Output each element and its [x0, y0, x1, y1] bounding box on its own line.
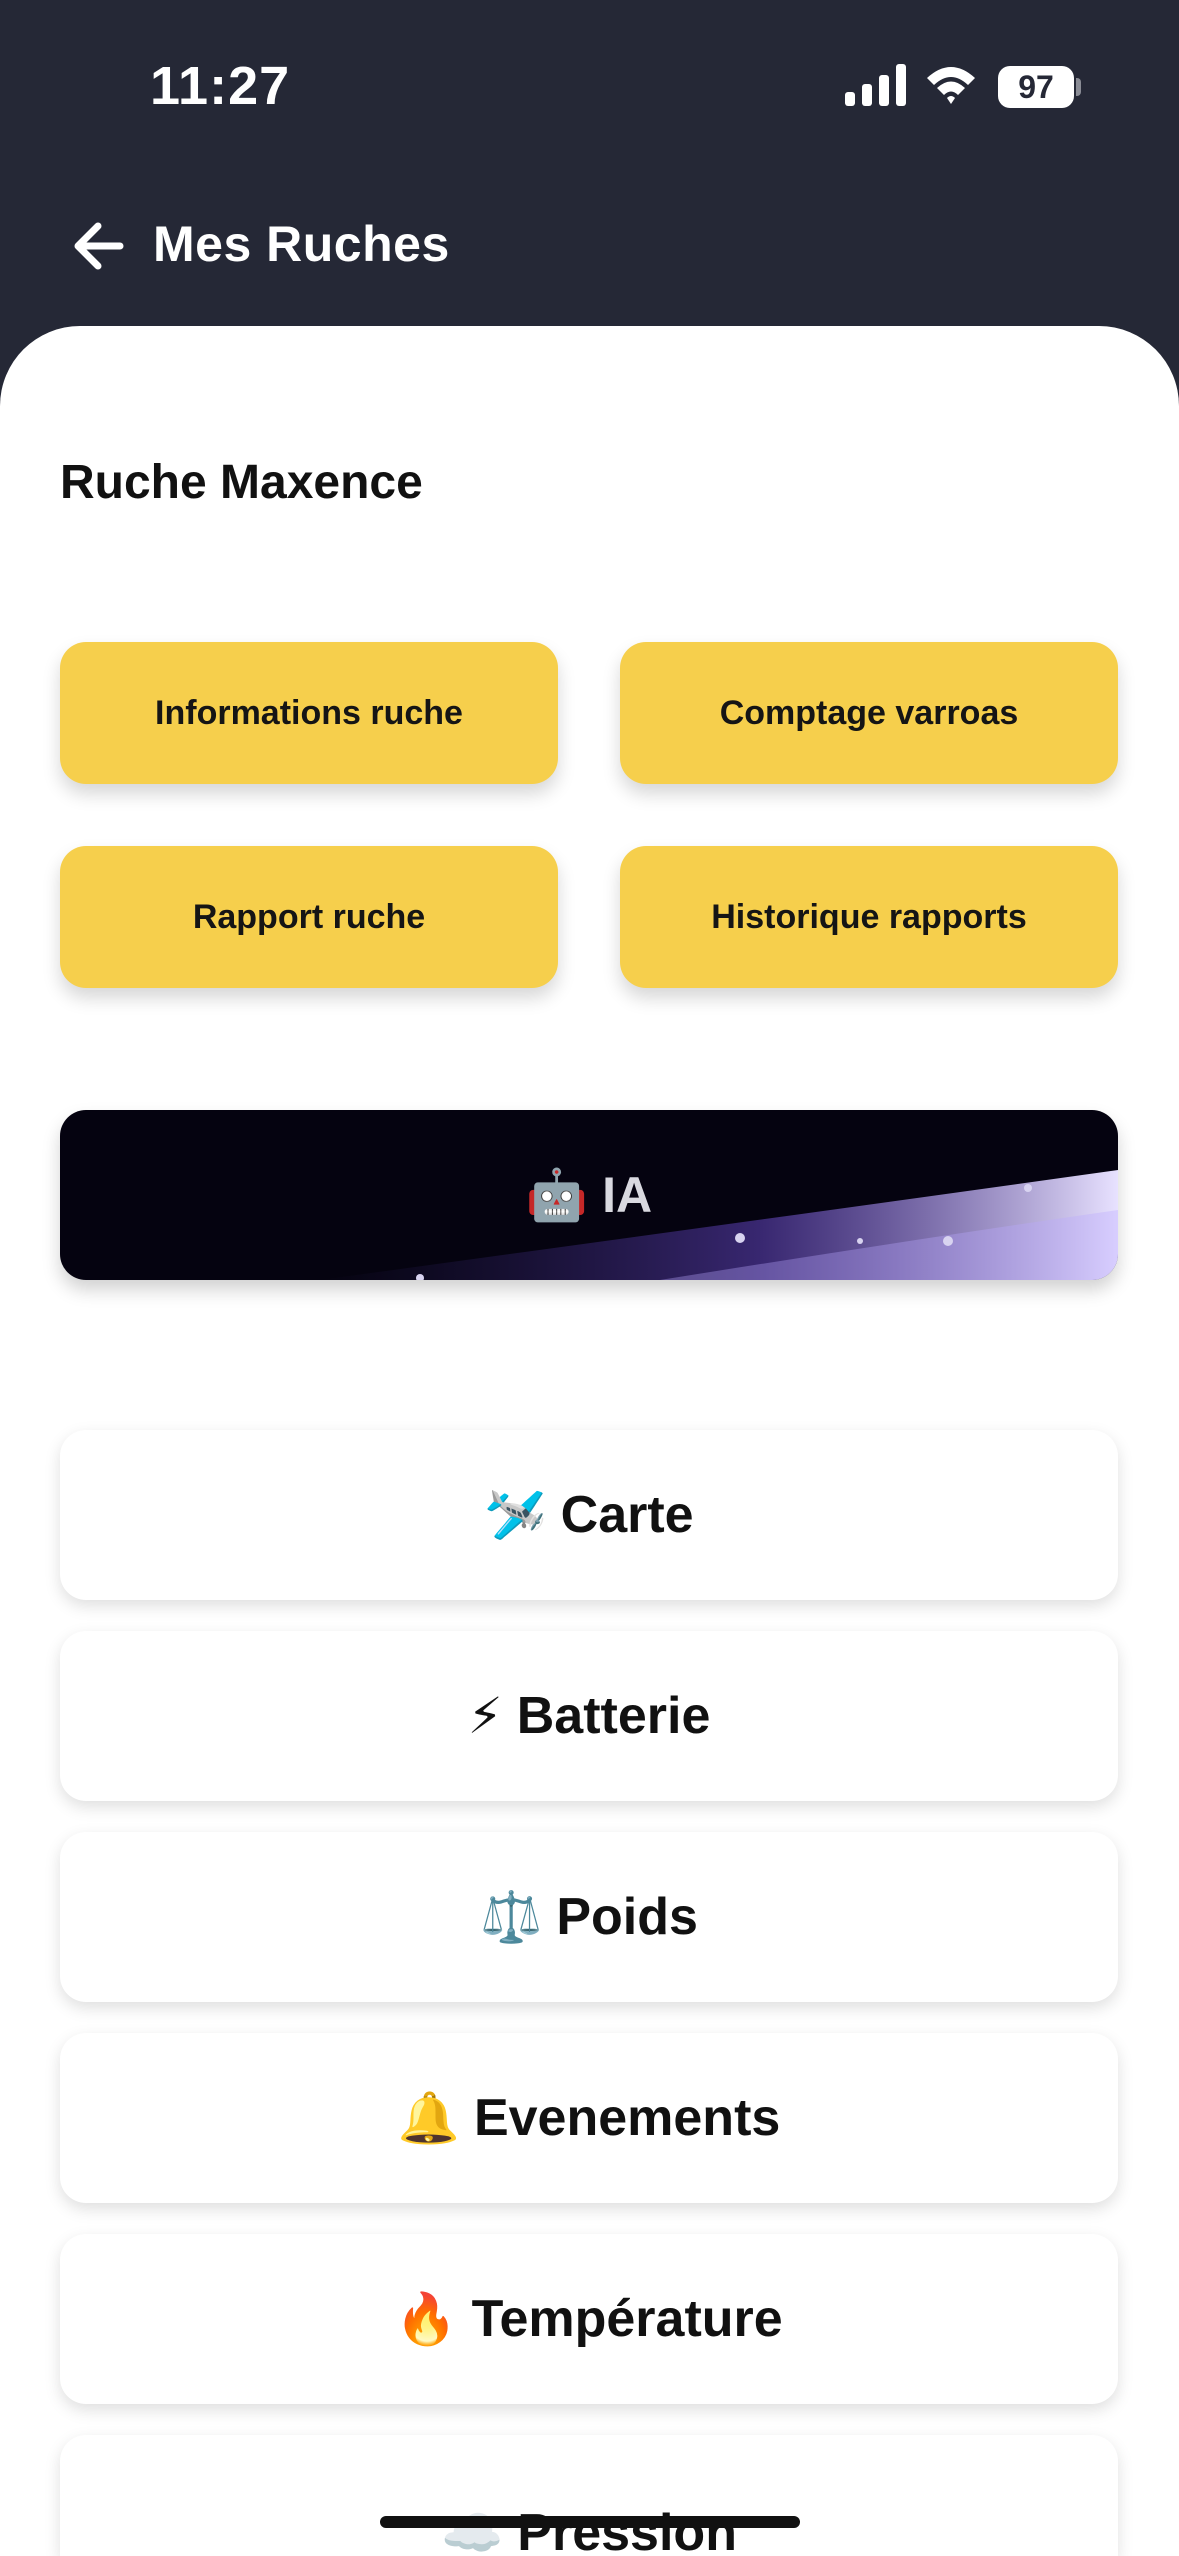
- menu-item-label: Pression: [517, 2504, 737, 2556]
- arrow-left-icon[interactable]: [72, 220, 124, 272]
- battery-icon: 97: [998, 66, 1074, 108]
- menu-item-evenements[interactable]: 🔔 Evenements: [60, 2033, 1118, 2203]
- home-indicator: [380, 2516, 800, 2528]
- menu-item-label: Température: [471, 2290, 783, 2348]
- lightning-icon: ⚡: [467, 1688, 503, 1744]
- menu-item-label: Batterie: [516, 1687, 711, 1745]
- menu-item-poids[interactable]: ⚖️ Poids: [60, 1832, 1118, 2002]
- nav-title: Mes Ruches: [153, 216, 450, 272]
- menu-item-label: Poids: [556, 1888, 698, 1946]
- fire-icon: 🔥: [395, 2290, 458, 2347]
- menu-item-carte[interactable]: 🛩️ Carte: [60, 1430, 1118, 1600]
- wifi-icon: [927, 67, 975, 104]
- status-bar: 11:27 97: [0, 0, 1179, 170]
- battery-tip: [1076, 78, 1081, 96]
- ia-button[interactable]: 🤖 IA: [60, 1110, 1118, 1280]
- cellular-signal-icon: [845, 64, 906, 106]
- menu-item-batterie[interactable]: ⚡ Batterie: [60, 1631, 1118, 1801]
- menu-item-pression[interactable]: ☁️ Pression: [60, 2435, 1118, 2556]
- robot-icon: 🤖: [525, 1166, 589, 1223]
- ia-label-row: 🤖 IA: [60, 1110, 1118, 1280]
- menu-item-label: Carte: [560, 1486, 694, 1544]
- historique-rapports-button[interactable]: Historique rapports: [620, 846, 1118, 988]
- scales-icon: ⚖️: [480, 1888, 543, 1945]
- menu-item-label: Evenements: [473, 2089, 781, 2147]
- bell-icon: 🔔: [397, 2089, 460, 2146]
- status-time: 11:27: [150, 56, 291, 116]
- cloud-icon: ☁️: [441, 2504, 504, 2556]
- menu-item-temperature[interactable]: 🔥 Température: [60, 2234, 1118, 2404]
- ia-label: IA: [602, 1167, 653, 1223]
- informations-ruche-button[interactable]: Informations ruche: [60, 642, 558, 784]
- comptage-varroas-button[interactable]: Comptage varroas: [620, 642, 1118, 784]
- airplane-icon: 🛩️: [484, 1486, 547, 1543]
- page-title: Ruche Maxence: [60, 456, 423, 509]
- rapport-ruche-button[interactable]: Rapport ruche: [60, 846, 558, 988]
